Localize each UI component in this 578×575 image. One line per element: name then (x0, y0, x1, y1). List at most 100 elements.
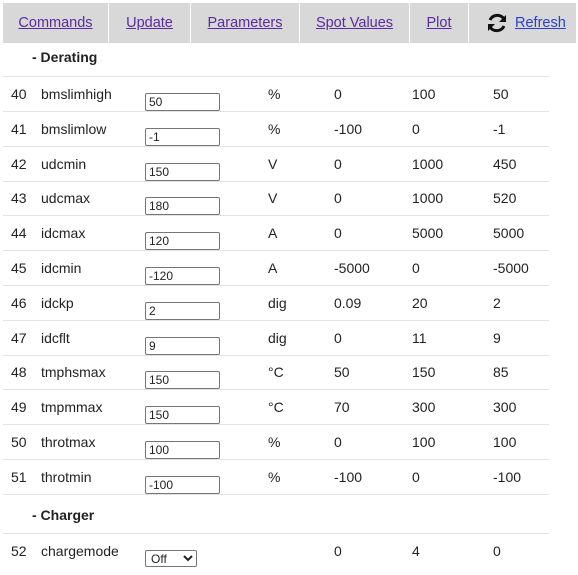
param-max: 0 (412, 120, 420, 137)
param-name: udcmax (41, 190, 91, 207)
param-row-idcmax: 44 idcmax A 0 5000 5000 (3, 216, 549, 252)
param-name: idcflt (41, 329, 70, 346)
param-value-input[interactable] (145, 197, 220, 216)
param-unit: °C (268, 364, 284, 381)
param-default: 520 (493, 190, 517, 207)
param-max: 150 (412, 364, 436, 381)
chargemode-select-wrap: Off (145, 541, 197, 567)
nav-update: Update (109, 3, 191, 43)
param-max: 100 (412, 86, 436, 102)
section-derating: - Derating (32, 49, 98, 65)
param-max: 11 (412, 329, 427, 346)
param-unit: dig (268, 294, 287, 311)
param-row-chargemode: 52 chargemode Off 0 4 0 (3, 533, 549, 568)
param-unit: A (268, 225, 278, 242)
param-value-input[interactable] (145, 93, 220, 111)
param-min: 0.09 (334, 294, 362, 311)
param-row-bmslimlow: 41 bmslimlow% -100 0 -1 (3, 112, 549, 147)
param-min: -100 (334, 120, 363, 137)
param-unit: % (268, 468, 281, 485)
param-value-input[interactable] (145, 267, 220, 285)
nav-bar: Commands Update Parameters Spot Values P… (3, 3, 576, 43)
param-min: 70 (334, 399, 350, 416)
param-unit: % (268, 86, 281, 102)
param-min: 0 (334, 543, 342, 559)
param-input-wrap (145, 223, 220, 251)
nav-spot-values: Spot Values (300, 3, 410, 43)
nav-plot: Plot (410, 3, 469, 43)
param-min: 0 (334, 434, 342, 450)
nav-refresh: Refresh (469, 3, 576, 43)
param-max: 4 (412, 543, 420, 559)
update-link[interactable]: Update (126, 15, 173, 31)
param-min: 50 (334, 364, 350, 381)
param-row-tmpmmax: 49 tmpmmax °C 70 300 300 (3, 390, 549, 426)
param-default: 9 (493, 329, 501, 346)
param-row-idcflt: 47 idcflt dig 0 11 9 (3, 321, 549, 356)
param-name: chargemode (41, 543, 119, 559)
param-index: 46 (11, 294, 27, 311)
param-value-input[interactable] (145, 406, 220, 425)
param-row-bmslimhigh: 40 bmslimhigh% 0 100 50 (3, 77, 549, 112)
param-row-udcmax: 43 udcmax V 0 1000 520 (3, 181, 549, 217)
param-row-idcmin: 45 idcmin A -5000 0 -5000 (3, 251, 549, 286)
chargemode-select[interactable]: Off (145, 550, 197, 567)
param-value-input[interactable] (145, 336, 220, 355)
commands-link[interactable]: Commands (18, 15, 92, 31)
param-min: 0 (334, 155, 342, 172)
param-input-wrap (145, 154, 220, 181)
param-max: 0 (412, 260, 420, 276)
param-name: bmslimlow (41, 120, 107, 137)
nav-commands: Commands (3, 3, 109, 43)
param-default: 100 (493, 434, 517, 450)
param-value-input[interactable] (145, 127, 220, 146)
param-default: 2 (493, 294, 501, 311)
param-value-input[interactable] (145, 232, 220, 251)
param-default: 0 (493, 543, 501, 559)
param-default: -1 (493, 120, 506, 137)
param-index: 42 (11, 155, 27, 172)
param-name: idcmin (41, 260, 82, 276)
param-unit: A (268, 260, 278, 276)
param-max: 1000 (412, 155, 444, 172)
param-unit: % (268, 120, 281, 137)
param-index: 43 (11, 190, 27, 207)
param-value-input[interactable] (145, 441, 220, 459)
refresh-icon[interactable] (485, 11, 509, 35)
param-name: throtmin (41, 468, 92, 485)
param-input-wrap (145, 119, 220, 146)
spot-values-link[interactable]: Spot Values (316, 15, 393, 31)
param-name: bmslimhigh (41, 86, 112, 102)
param-value-input[interactable] (145, 162, 220, 181)
param-default: -100 (493, 468, 522, 485)
param-min: -100 (334, 468, 363, 485)
param-input-wrap (145, 362, 220, 390)
param-max: 100 (412, 434, 436, 450)
param-index: 45 (11, 260, 27, 276)
parameters-link[interactable]: Parameters (208, 15, 283, 31)
param-index: 41 (11, 120, 27, 137)
param-min: 0 (334, 86, 342, 102)
param-min: 0 (334, 225, 342, 242)
param-max: 5000 (412, 225, 444, 242)
param-value-input[interactable] (145, 475, 220, 494)
param-name: idcmax (41, 225, 86, 242)
param-row-throtmin: 51 throtmin% -100 0 -100 (3, 460, 549, 495)
param-min: 0 (334, 329, 342, 346)
param-row-throtmax: 50 throtmax% 0 100 100 (3, 425, 549, 460)
param-index: 47 (11, 329, 27, 346)
param-input-wrap (145, 328, 220, 355)
param-min: -5000 (334, 260, 370, 276)
param-name: udcmin (41, 155, 87, 172)
param-value-input[interactable] (145, 371, 220, 390)
param-default: 450 (493, 155, 517, 172)
plot-link[interactable]: Plot (427, 15, 452, 31)
param-index: 52 (11, 543, 27, 559)
param-unit: V (268, 155, 278, 172)
param-index: 48 (11, 364, 27, 381)
param-max: 300 (412, 399, 436, 416)
param-value-input[interactable] (145, 301, 220, 320)
param-name: tmphsmax (41, 364, 106, 381)
param-row-udcmin: 42 udcmin V 0 1000 450 (3, 147, 549, 182)
refresh-link[interactable]: Refresh (515, 15, 566, 31)
